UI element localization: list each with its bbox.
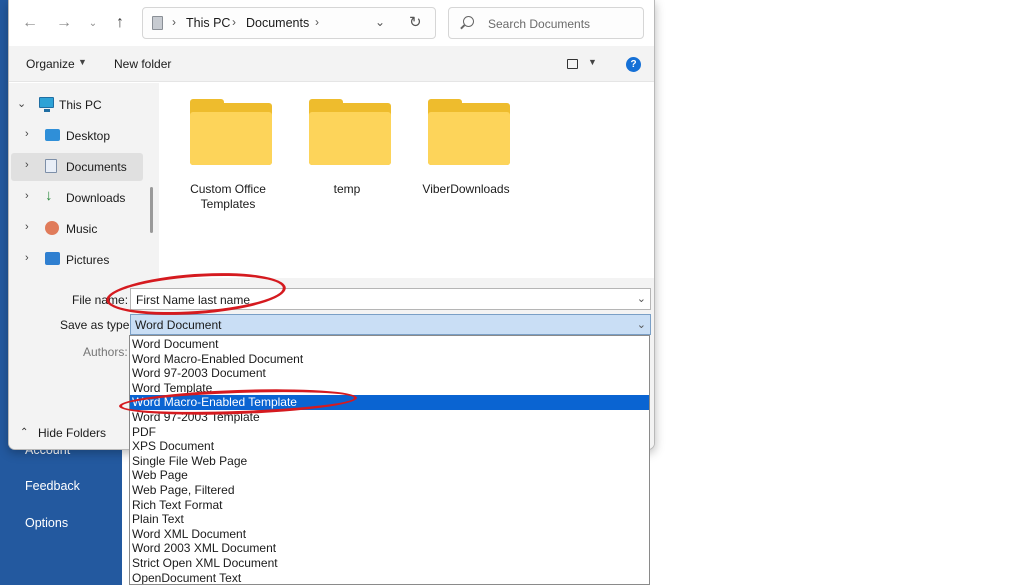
music-icon [45, 221, 59, 235]
chevron-down-icon[interactable]: ⌄ [637, 318, 646, 331]
expand-chevron-icon[interactable]: ⌄ [17, 97, 26, 110]
folder-item[interactable]: temp [292, 99, 402, 219]
authors-label: Authors: [83, 345, 128, 359]
file-name-field[interactable]: First Name last name ⌄ [130, 288, 651, 310]
save-type-option[interactable]: Word 97-2003 Template [130, 410, 649, 425]
save-type-label: Save as type: [60, 318, 133, 332]
nav-item-desktop[interactable]: › Desktop [11, 122, 143, 150]
navigation-scrollbar[interactable] [150, 187, 153, 233]
save-type-option[interactable]: Single File Web Page [130, 454, 649, 469]
save-type-option[interactable]: Word Macro-Enabled Document [130, 352, 649, 367]
save-type-option[interactable]: Plain Text [130, 512, 649, 527]
backstage-feedback-item[interactable]: Feedback [25, 479, 80, 493]
this-pc-small-icon [152, 16, 163, 30]
address-bar[interactable]: › This PC › Documents › ⌄ ↻ [142, 7, 436, 39]
folder-name: temp [333, 182, 361, 196]
file-name-value: First Name last name [136, 293, 251, 307]
refresh-icon[interactable]: ↻ [409, 13, 422, 31]
nav-item-this-pc[interactable]: ⌄ This PC [11, 91, 143, 119]
save-type-option[interactable]: Word Template [130, 381, 649, 396]
save-type-dropdown-list: Word Document Word Macro-Enabled Documen… [129, 335, 650, 585]
save-type-option[interactable]: Word 97-2003 Document [130, 366, 649, 381]
address-history-chevron-icon[interactable]: ⌄ [375, 15, 385, 29]
chevron-down-icon[interactable]: ⌄ [637, 292, 646, 305]
save-type-option[interactable]: Strict Open XML Document [130, 556, 649, 571]
chevron-up-icon: ⌃ [20, 427, 29, 438]
pictures-icon [45, 252, 60, 265]
nav-item-label: This PC [59, 98, 102, 112]
save-type-option[interactable]: Word Document [130, 337, 649, 352]
nav-item-music[interactable]: › Music [11, 215, 143, 243]
desktop-icon [45, 129, 60, 141]
save-type-option[interactable]: Rich Text Format [130, 498, 649, 513]
collapse-chevron-icon[interactable]: › [25, 190, 29, 202]
folder-item[interactable]: Custom Office Templates [173, 99, 283, 219]
breadcrumb-this-pc[interactable]: This PC [186, 16, 230, 30]
save-type-option[interactable]: Word 2003 XML Document [130, 541, 649, 556]
address-row: ← → ⌄ ↑ › This PC › Documents › ⌄ ↻ Sear… [9, 0, 654, 46]
new-folder-button[interactable]: New folder [114, 57, 171, 71]
hide-folders-label: Hide Folders [38, 426, 107, 440]
collapse-chevron-icon[interactable]: › [25, 128, 29, 140]
recent-locations-chevron-icon[interactable]: ⌄ [82, 13, 104, 33]
navigation-pane: ⌄ This PC › Desktop › Documents › ↓ Down… [9, 83, 159, 278]
search-placeholder: Search Documents [488, 17, 591, 31]
save-as-type-select[interactable]: Word Document ⌄ [130, 314, 651, 335]
file-name-label: File name: [72, 293, 129, 307]
forward-arrow-icon[interactable]: → [53, 13, 75, 33]
download-icon: ↓ [45, 187, 53, 204]
folder-name: ViberDownloads [422, 182, 510, 196]
view-options-icon[interactable] [567, 59, 578, 69]
collapse-chevron-icon[interactable]: › [25, 221, 29, 233]
save-type-option[interactable]: XPS Document [130, 439, 649, 454]
nav-item-label: Documents [66, 160, 127, 174]
folder-item[interactable]: ViberDownloads [411, 99, 521, 219]
nav-item-label: Downloads [66, 191, 126, 205]
breadcrumb-separator-icon[interactable]: › [172, 15, 176, 29]
search-icon [463, 16, 474, 27]
documents-icon [45, 159, 57, 173]
nav-item-downloads[interactable]: › ↓ Downloads [11, 184, 143, 212]
folder-icon [309, 99, 391, 165]
nav-item-label: Music [66, 222, 98, 236]
folder-icon [190, 99, 272, 165]
document-background [655, 0, 1024, 585]
help-icon[interactable]: ? [626, 57, 641, 72]
nav-item-label: Desktop [66, 129, 111, 143]
collapse-chevron-icon[interactable]: › [25, 159, 29, 171]
nav-item-label: Pictures [66, 253, 110, 267]
save-type-value: Word Document [135, 318, 222, 332]
nav-item-pictures[interactable]: › Pictures [11, 246, 143, 274]
view-caret-icon[interactable]: ▼ [588, 57, 597, 67]
file-list-pane: Custom Office Templates temp ViberDownlo… [159, 83, 654, 278]
collapse-chevron-icon[interactable]: › [25, 252, 29, 264]
save-type-option-highlighted[interactable]: Word Macro-Enabled Template [130, 395, 649, 410]
breadcrumb-separator-icon[interactable]: › [232, 15, 236, 29]
save-type-option[interactable]: Web Page [130, 468, 649, 483]
back-arrow-icon[interactable]: ← [19, 13, 41, 33]
command-toolbar: Organize ▼ New folder ▼ ? [9, 46, 654, 82]
up-arrow-icon[interactable]: ↑ [109, 13, 131, 33]
save-type-option[interactable]: OpenDocument Text [130, 571, 649, 584]
breadcrumb-separator-icon[interactable]: › [315, 15, 319, 29]
save-type-option[interactable]: Word XML Document [130, 527, 649, 542]
nav-item-documents[interactable]: › Documents [11, 153, 143, 181]
backstage-options-item[interactable]: Options [25, 516, 68, 530]
organize-caret-icon[interactable]: ▼ [78, 57, 87, 67]
breadcrumb-documents[interactable]: Documents [246, 16, 309, 30]
save-type-option[interactable]: PDF [130, 425, 649, 440]
search-input[interactable]: Search Documents [448, 7, 644, 39]
organize-button[interactable]: Organize [26, 57, 75, 71]
computer-icon [39, 97, 54, 112]
folder-name: Custom Office Templates [190, 182, 266, 211]
folder-icon [428, 99, 510, 165]
save-type-option[interactable]: Web Page, Filtered [130, 483, 649, 498]
